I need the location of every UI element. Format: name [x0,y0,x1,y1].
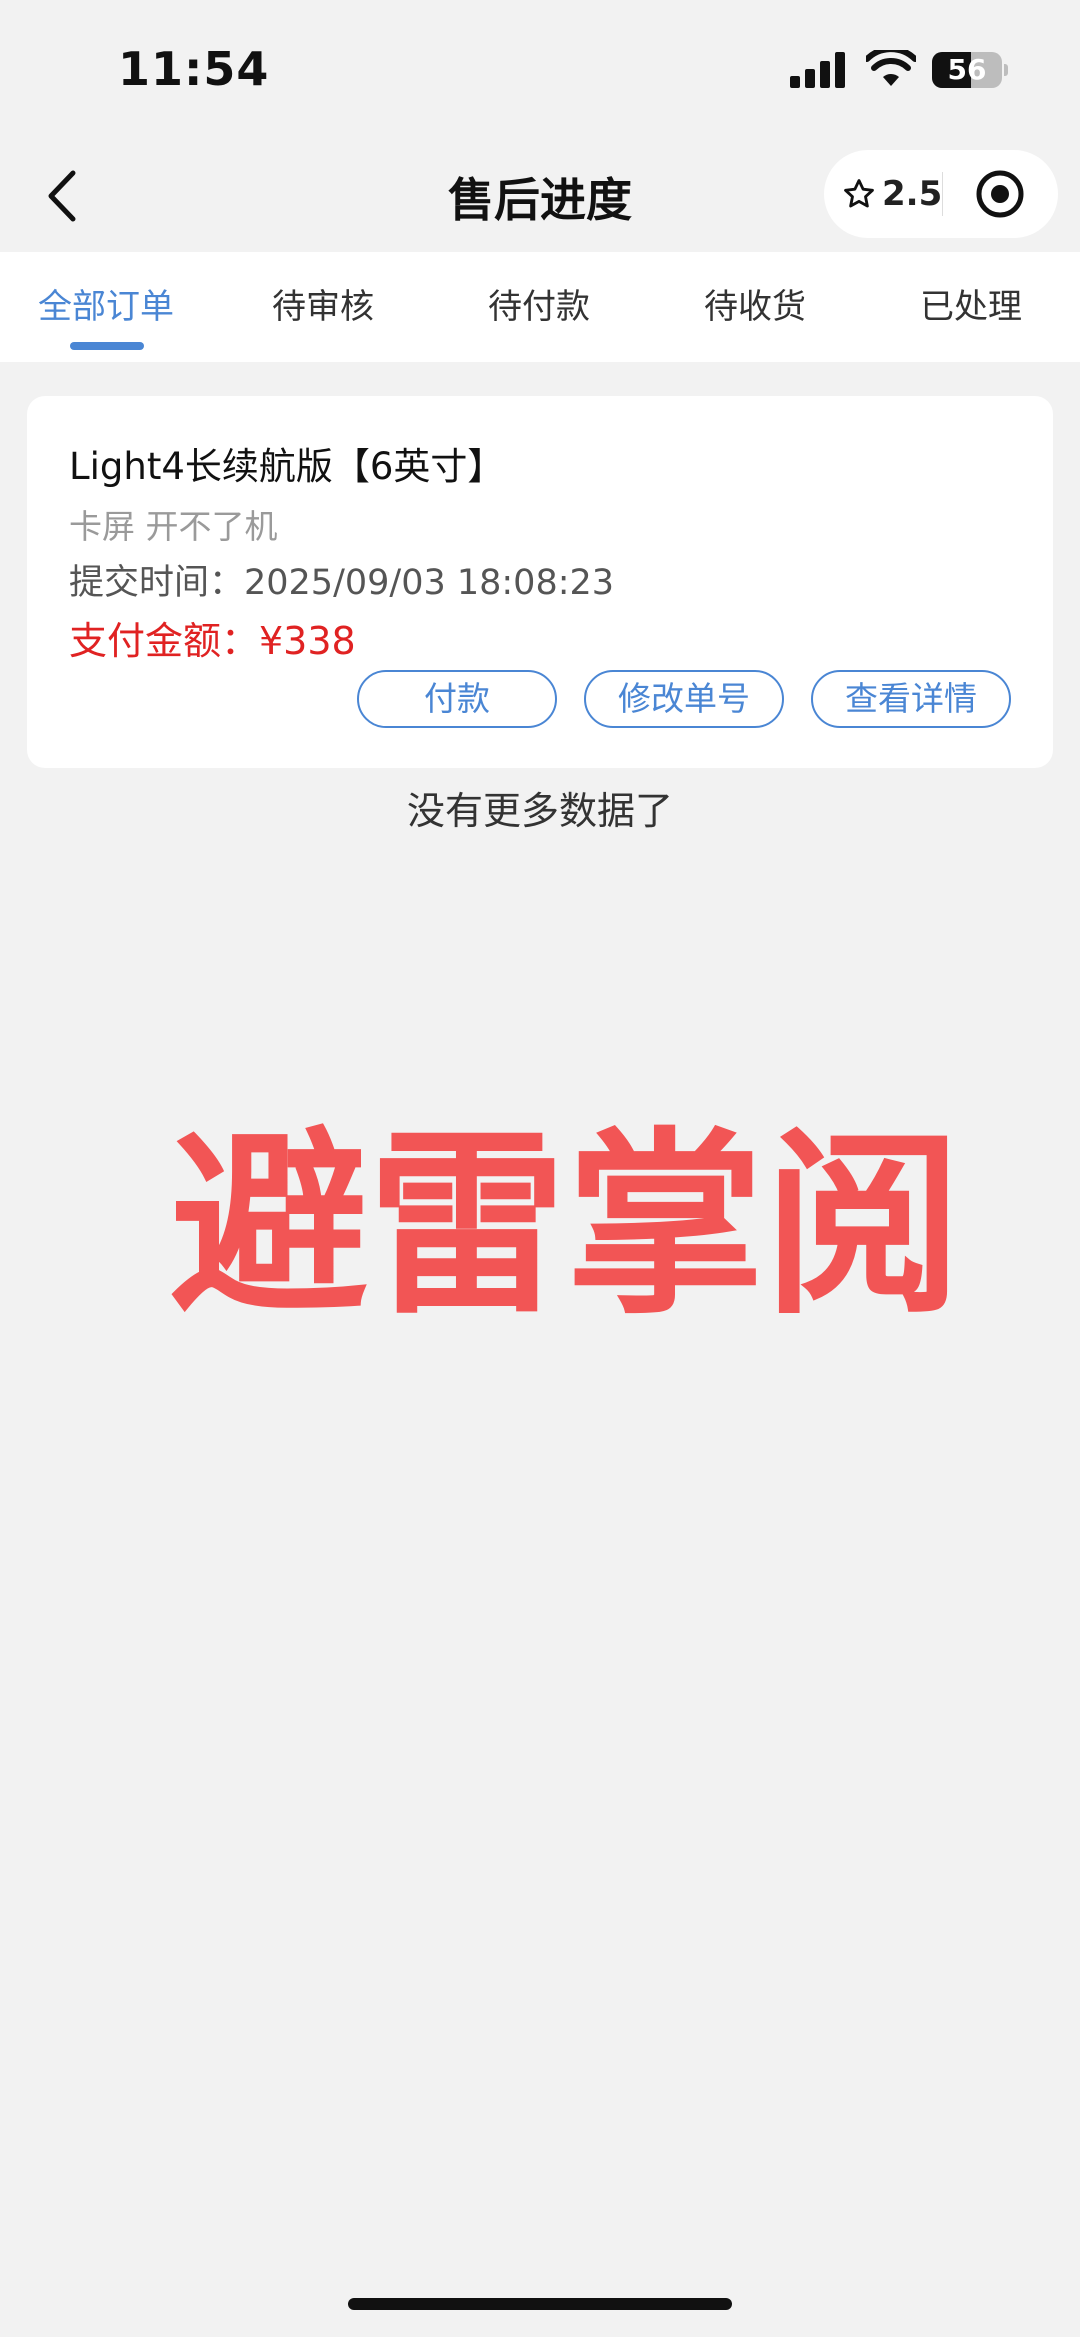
page: 11:54 56 售后进度 2.5 全部订单 待审核 待付款 待收货 已处理 L… [0,0,1080,2337]
home-indicator[interactable] [348,2298,732,2310]
pay-button[interactable]: 付款 [357,670,557,728]
order-status-tabs: 全部订单 待审核 待付款 待收货 已处理 [0,252,1080,362]
submit-time: 提交时间：2025/09/03 18:08:23 [69,563,615,603]
page-title: 售后进度 [448,173,632,227]
close-mini-program-icon[interactable] [974,168,1026,220]
back-button[interactable] [36,162,88,230]
capsule-divider [942,172,943,216]
wifi-icon [866,50,916,86]
battery-icon: 56 [932,52,1008,88]
tab-processed[interactable]: 已处理 [920,252,1022,362]
tab-pending-receipt[interactable]: 待收货 [704,252,806,362]
edit-tracking-number-button[interactable]: 修改单号 [584,670,784,728]
tab-pending-payment[interactable]: 待付款 [488,252,590,362]
rating-button[interactable]: 2.5 [842,150,950,238]
issue-description: 卡屏 开不了机 [69,507,278,546]
rating-value: 2.5 [882,174,943,214]
list-end-text: 没有更多数据了 [406,789,673,833]
order-card[interactable]: Light4长续航版【6英寸】 卡屏 开不了机 提交时间：2025/09/03 … [27,396,1053,768]
mini-program-capsule: 2.5 [824,150,1058,238]
status-time: 11:54 [118,42,270,96]
payment-amount: 支付金额：¥338 [69,619,356,663]
tab-pending-review[interactable]: 待审核 [272,252,374,362]
battery-percentage: 56 [947,53,987,86]
battery-body: 56 [932,52,1002,88]
cellular-signal-icon [790,52,845,88]
battery-cap [1004,64,1008,76]
status-bar: 11:54 56 [0,0,1080,140]
watermark-text: 避雷掌阅 [170,1110,962,1341]
view-details-button[interactable]: 查看详情 [811,670,1011,728]
active-tab-indicator [70,342,144,350]
chevron-left-icon [48,170,76,222]
product-title: Light4长续航版【6英寸】 [69,445,505,488]
nav-bar: 售后进度 2.5 [0,140,1080,252]
star-icon [844,179,874,208]
